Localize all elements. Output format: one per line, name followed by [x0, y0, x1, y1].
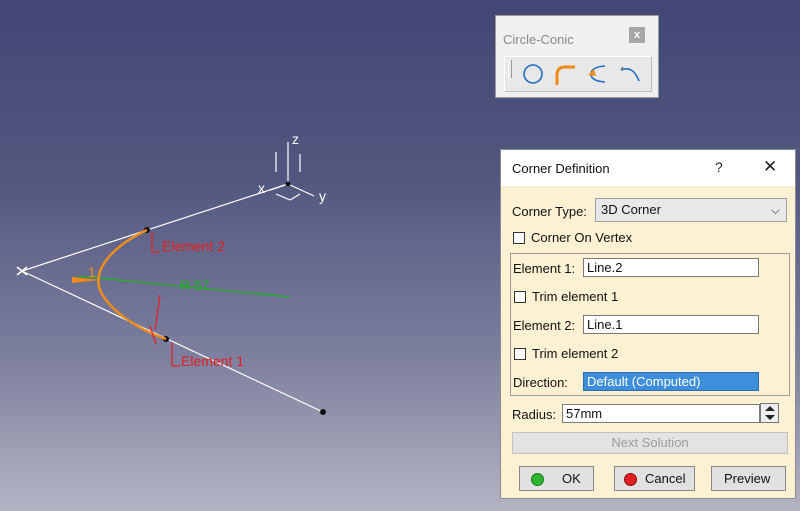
next-solution-button[interactable]: Next Solution — [512, 432, 788, 454]
element1-label: Element 1: — [513, 261, 576, 276]
conic-icon[interactable] — [617, 61, 645, 87]
radius-spinner[interactable] — [760, 403, 779, 423]
toolbar-grip[interactable] — [508, 60, 512, 78]
corner-on-vertex-checkbox[interactable] — [513, 232, 525, 244]
corner-on-vertex-label: Corner On Vertex — [531, 230, 633, 245]
dialog-titlebar[interactable]: Corner Definition ? ✕ — [501, 150, 795, 186]
trim-element1-label: Trim element 1 — [532, 289, 619, 304]
connect-curve-icon[interactable] — [583, 61, 611, 87]
element1-annotation — [171, 342, 180, 367]
toolbar-title: Circle-Conic — [503, 32, 574, 47]
dialog-title: Corner Definition — [512, 161, 610, 176]
corner-type-select[interactable]: 3D Corner ⌵ — [595, 198, 787, 222]
ok-status-icon — [531, 473, 544, 486]
corner-icon[interactable] — [551, 61, 579, 87]
cancel-button[interactable]: Cancel — [614, 466, 695, 491]
ok-label: OK — [562, 471, 581, 486]
corner-index-label: 1 — [88, 264, 96, 280]
spin-up-icon[interactable] — [765, 406, 775, 411]
end-point[interactable] — [320, 409, 326, 415]
spin-down-icon[interactable] — [765, 415, 775, 420]
circle-conic-toolbar[interactable]: Circle-Conic x — [495, 15, 659, 98]
cancel-status-icon — [624, 473, 637, 486]
radius-label: R 57 — [180, 277, 210, 293]
dialog-close-button[interactable]: ✕ — [763, 157, 777, 177]
direction-label: Direction: — [513, 375, 568, 390]
corner-definition-dialog: Corner Definition ? ✕ Corner Type: 3D Co… — [500, 149, 796, 499]
axis-z-label: z — [292, 131, 299, 147]
vertex-cross-icon — [16, 266, 28, 276]
help-button[interactable]: ? — [715, 159, 723, 175]
radius-label: Radius: — [512, 407, 557, 422]
direction-field[interactable]: Default (Computed) — [583, 372, 759, 391]
trim-element2-checkbox[interactable] — [514, 348, 526, 360]
element2-label: Element 2: — [513, 318, 576, 333]
trim-element2-label: Trim element 2 — [532, 346, 619, 361]
preview-label: Preview — [724, 471, 771, 486]
chevron-down-icon: ⌵ — [770, 203, 780, 217]
cancel-label: Cancel — [645, 471, 686, 486]
axis-triad — [269, 142, 315, 201]
element2-field[interactable]: Line.1 — [583, 315, 759, 334]
element1-field[interactable]: Line.2 — [583, 258, 759, 277]
ok-button[interactable]: OK — [519, 466, 594, 491]
toolbar-icon-strip — [504, 56, 652, 92]
trim-element1-checkbox[interactable] — [514, 291, 526, 303]
element2-label: Element 2 — [162, 238, 225, 254]
element1-label: Element 1 — [181, 353, 244, 369]
axis-y-label: y — [319, 188, 326, 204]
line-1[interactable] — [21, 270, 324, 413]
corner-type-value: 3D Corner — [601, 202, 661, 217]
circle-icon[interactable] — [519, 61, 547, 87]
toolbar-close-button[interactable]: x — [629, 27, 645, 43]
preview-button[interactable]: Preview — [711, 466, 786, 491]
corner-type-label: Corner Type: — [512, 204, 587, 219]
axis-x-label: x — [258, 180, 265, 196]
element2-annotation — [149, 232, 161, 345]
radius-field[interactable]: 57mm — [562, 404, 760, 423]
line-2[interactable] — [21, 183, 289, 272]
